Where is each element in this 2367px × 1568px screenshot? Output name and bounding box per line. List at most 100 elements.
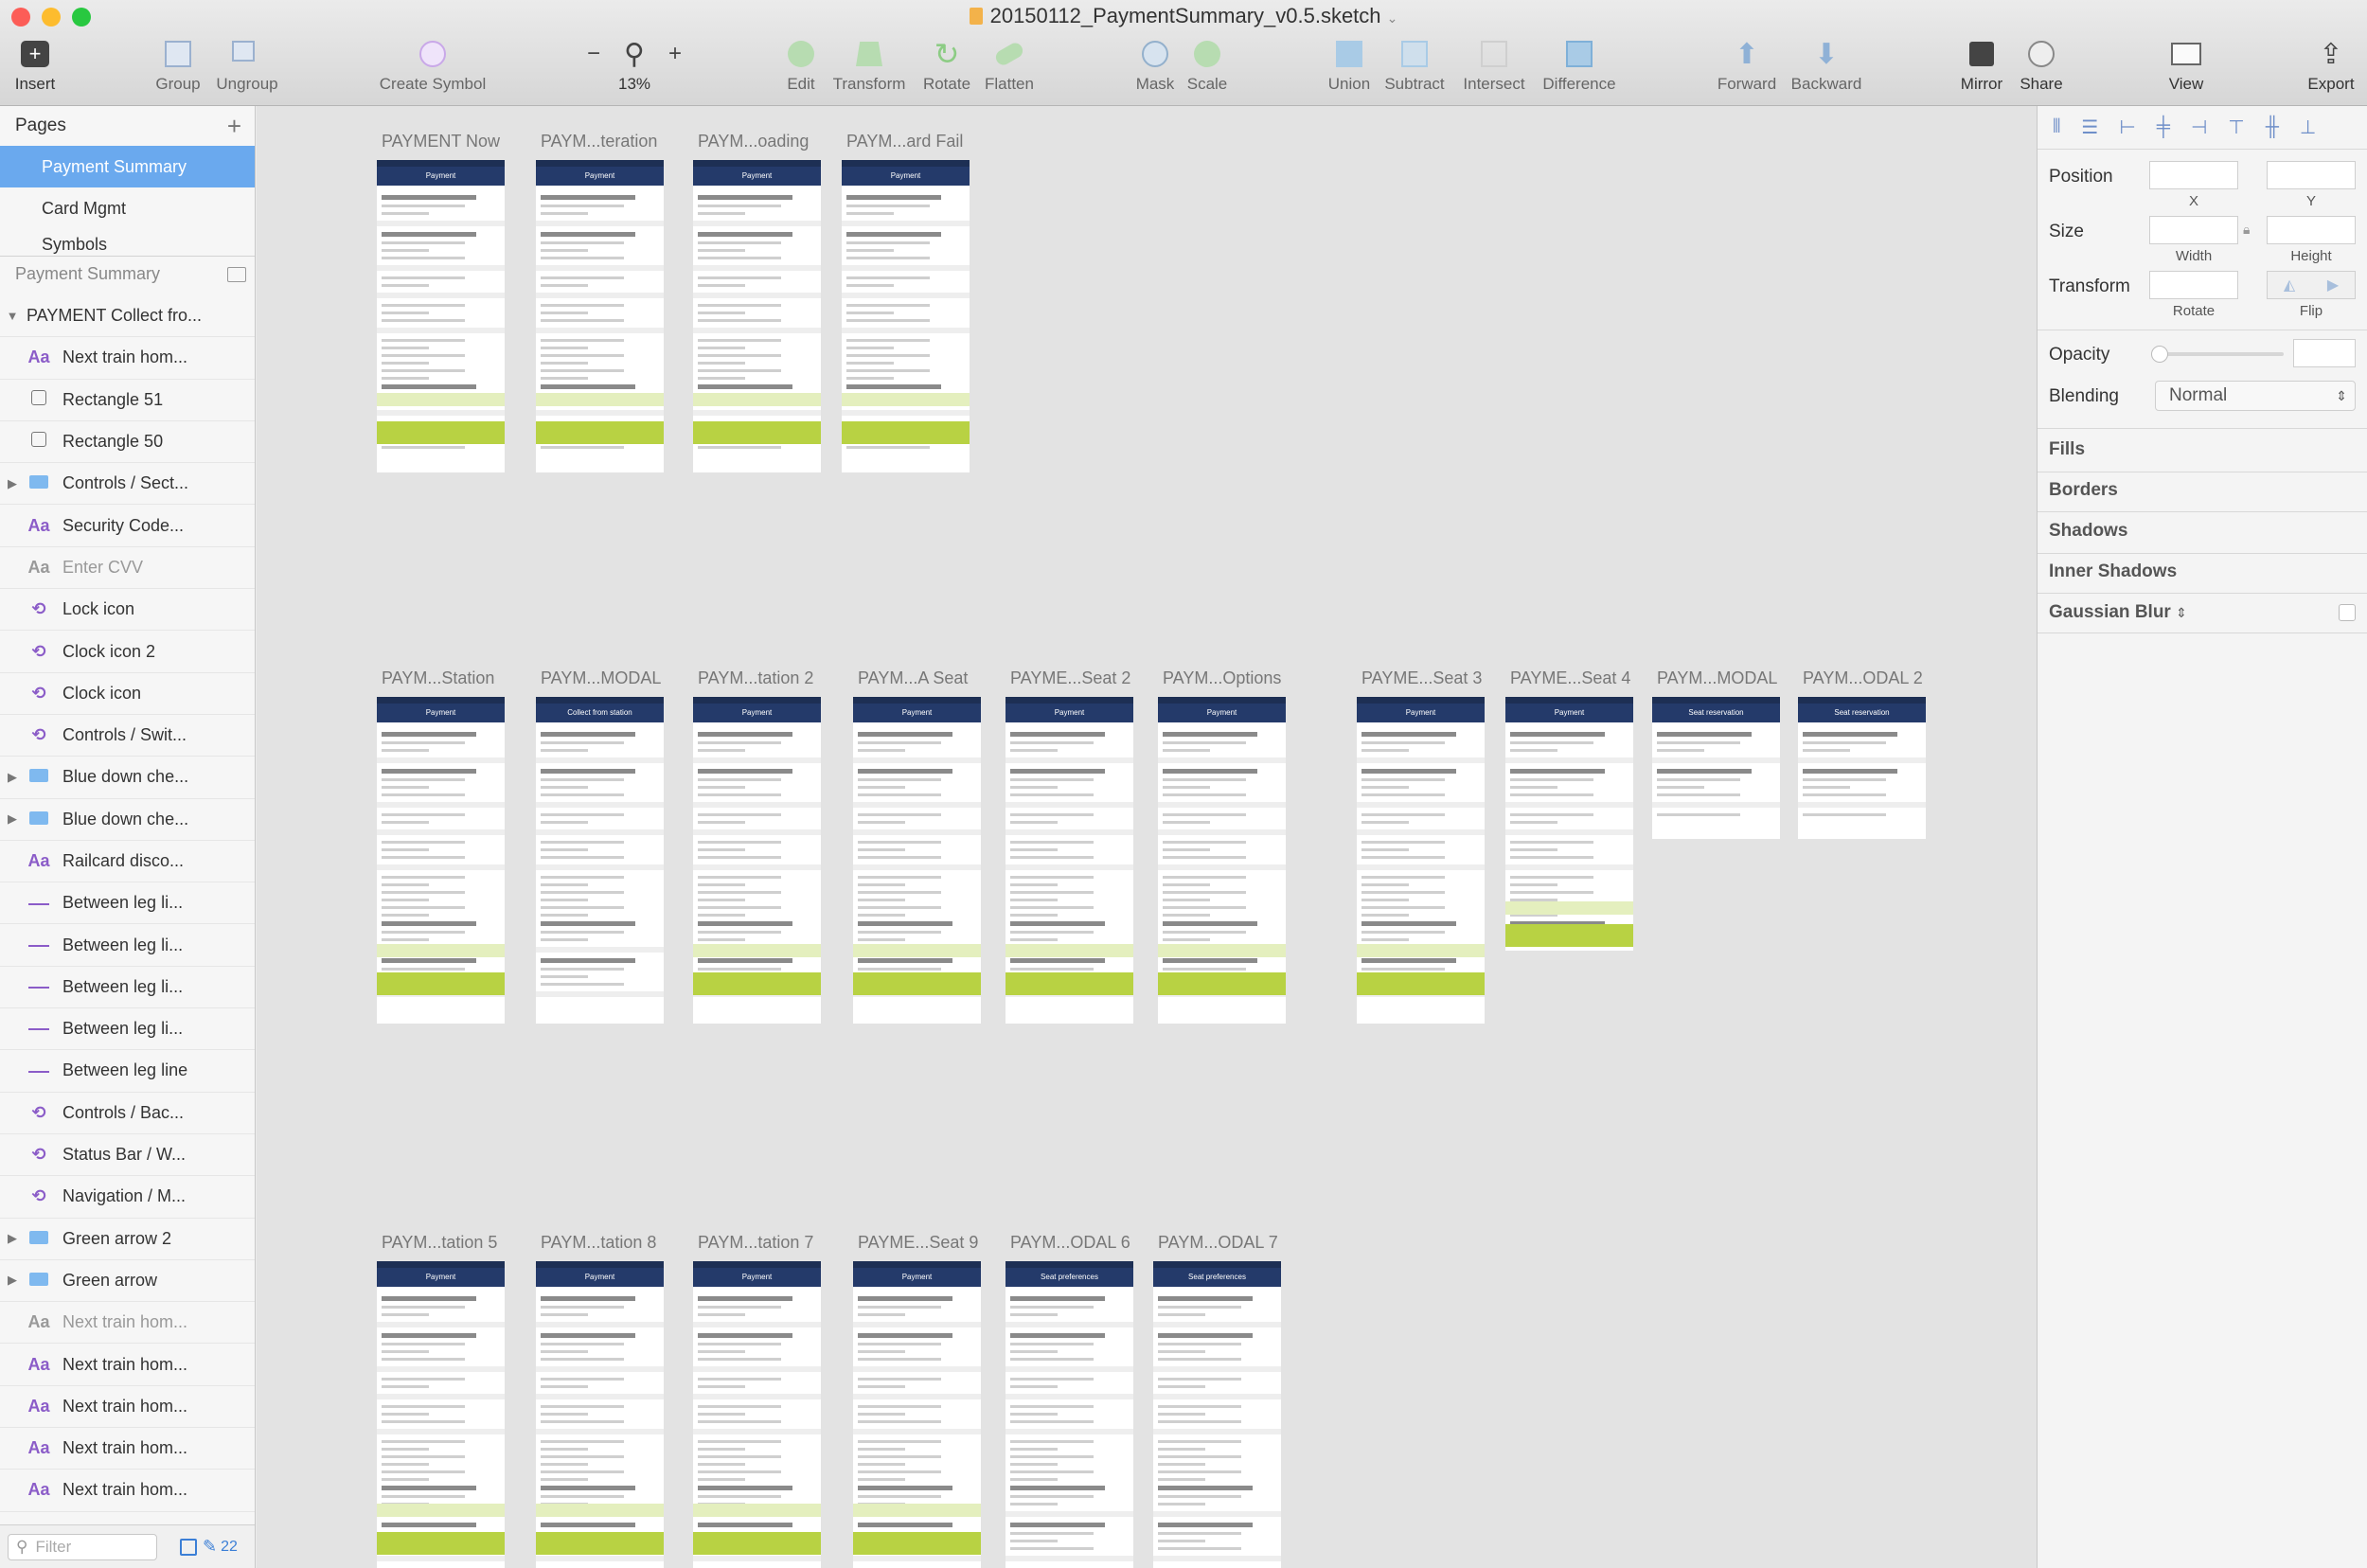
align-right-icon[interactable]: ⊣ (2191, 116, 2207, 139)
artboard[interactable]: PAYM...ard Fail Payment (842, 132, 970, 472)
artboard-title[interactable]: PAYM...ODAL 6 (1010, 1233, 1130, 1253)
artboard[interactable]: PAYME...Seat 2 Payment (1006, 668, 1133, 1024)
export-button[interactable]: ⇪ Export (2303, 38, 2359, 100)
artboard-title[interactable]: PAYME...Seat 3 (1361, 668, 1482, 688)
mirror-button[interactable]: Mirror (1955, 38, 2008, 100)
layer-item[interactable]: ▶ Green arrow (0, 1260, 255, 1303)
layer-item[interactable]: Aa Next train hom... (0, 1344, 255, 1386)
layer-item[interactable]: ⟲ Lock icon (0, 589, 255, 632)
artboard-title[interactable]: PAYM...tation 2 (698, 668, 813, 688)
layer-item[interactable]: ▶ Green arrow 2 (0, 1219, 255, 1260)
layer-item[interactable]: ▶ Controls / Sect... (0, 463, 255, 506)
artboard-title[interactable]: PAYMENT Now (382, 132, 500, 151)
disclosure-open-icon[interactable]: ▼ (0, 309, 25, 323)
layer-item[interactable]: Between leg li... (0, 882, 255, 925)
artboard-title[interactable]: PAYM...MODAL (1657, 668, 1777, 688)
artboard[interactable]: PAYM...tation 5 Payment (377, 1233, 505, 1568)
artboard-title[interactable]: PAYM...tation 5 (382, 1233, 497, 1253)
layer-item[interactable]: Aa Next train hom... (0, 337, 255, 380)
layer-item[interactable]: Aa Railcard disco... (0, 841, 255, 883)
union-button[interactable]: Union (1326, 38, 1373, 100)
pencil-icon[interactable]: ✎ (203, 1537, 217, 1557)
artboard-title[interactable]: PAYM...tation 8 (541, 1233, 656, 1253)
artboard[interactable]: PAYM...tation 2 Payment (693, 668, 821, 1024)
zoom-out-button[interactable]: − (587, 41, 600, 67)
layer-item[interactable]: ⟲ Status Bar / W... (0, 1134, 255, 1177)
align-left-icon[interactable]: ⊢ (2119, 116, 2135, 139)
opacity-slider-knob[interactable] (2151, 346, 2168, 363)
position-x-field[interactable] (2149, 161, 2238, 189)
edit-button[interactable]: Edit (782, 38, 820, 100)
disclosure-closed-icon[interactable]: ▶ (0, 811, 25, 827)
scale-button[interactable]: Scale (1185, 38, 1229, 100)
intersect-button[interactable]: Intersect (1456, 38, 1532, 100)
disclosure-closed-icon[interactable]: ▶ (0, 1273, 25, 1288)
layer-item[interactable]: Rectangle 50 (0, 421, 255, 464)
artboard[interactable]: PAYME...Seat 3 Payment (1357, 668, 1485, 1024)
rotate-field[interactable] (2149, 271, 2238, 299)
page-item-payment-summary[interactable]: Payment Summary (0, 146, 255, 187)
group-button[interactable]: Group (151, 38, 205, 100)
collapse-icon[interactable] (227, 266, 246, 282)
layer-item[interactable]: Between leg li... (0, 924, 255, 967)
artboard[interactable]: PAYM...Station Payment (377, 668, 505, 1024)
flip-vertical-icon[interactable]: ▶ (2327, 276, 2339, 294)
artboard-title[interactable]: PAYM...ODAL 2 (1803, 668, 1923, 688)
artboard[interactable]: PAYME...Seat 4 Payment (1505, 668, 1633, 951)
layer-item[interactable]: Aa Security Code... (0, 505, 255, 547)
artboard-title[interactable]: PAYM...tation 7 (698, 1233, 813, 1253)
inner-shadows-section[interactable]: Inner Shadows (2049, 561, 2177, 582)
ungroup-button[interactable]: Ungroup (214, 38, 280, 100)
artboard[interactable]: PAYM...Options Payment (1158, 668, 1286, 1024)
layer-item[interactable]: ⟲ Controls / Swit... (0, 715, 255, 757)
layer-item[interactable]: ⟲ Clock icon (0, 673, 255, 715)
lock-icon[interactable]: 🔒︎ (2243, 222, 2250, 238)
rotate-button[interactable]: ↻ Rotate (920, 37, 973, 100)
align-center-icon[interactable]: ╪ (2157, 116, 2170, 138)
artboard-title[interactable]: PAYME...Seat 9 (858, 1233, 978, 1253)
artboard-title[interactable]: PAYM...teration (541, 132, 657, 151)
layer-item[interactable]: Aa Next train hom... (0, 1302, 255, 1345)
layer-item[interactable]: Aa Next train hom... (0, 1470, 255, 1512)
artboard-title[interactable]: PAYM...A Seat (858, 668, 968, 688)
artboard[interactable]: PAYM...oading Payment (693, 132, 821, 472)
artboard[interactable]: PAYME...Seat 9 Payment (853, 1233, 981, 1568)
artboard-title[interactable]: PAYM...Station (382, 668, 494, 688)
artboard-title[interactable]: PAYM...ODAL 7 (1158, 1233, 1278, 1253)
align-bottom-icon[interactable]: ⊥ (2300, 116, 2316, 139)
gaussian-blur-checkbox[interactable] (2339, 604, 2356, 621)
artboard[interactable]: PAYM...MODAL Collect from station (536, 668, 664, 1024)
layer-item[interactable]: Aa Enter CVV (0, 547, 255, 590)
subtract-button[interactable]: Subtract (1379, 38, 1450, 100)
artboard[interactable]: PAYM...tation 8 Payment (536, 1233, 664, 1568)
artboard[interactable]: PAYM...ODAL 6 Seat preferences (1006, 1233, 1133, 1568)
add-page-button[interactable]: + (227, 112, 241, 141)
artboard[interactable]: PAYM...tation 7 Payment (693, 1233, 821, 1568)
artboard[interactable]: PAYM...ODAL 7 Seat preferences (1153, 1233, 1281, 1568)
layer-item[interactable]: ⟲ Controls / Bac... (0, 1093, 255, 1134)
insert-button[interactable]: + Insert (11, 38, 59, 100)
artboard[interactable]: PAYM...ODAL 2 Seat reservation (1798, 668, 1926, 839)
artboard-title[interactable]: PAYM...MODAL (541, 668, 661, 688)
artboard[interactable]: PAYM...teration Payment (536, 132, 664, 472)
zoom-in-button[interactable]: + (668, 41, 682, 67)
disclosure-closed-icon[interactable]: ▶ (0, 476, 25, 491)
difference-button[interactable]: Difference (1536, 38, 1623, 100)
layer-item[interactable]: Rectangle 51 (0, 380, 255, 421)
artboard[interactable]: PAYMENT Now Payment (377, 132, 505, 472)
layer-item[interactable]: ▶ Blue down che... (0, 757, 255, 799)
page-item-symbols[interactable]: Symbols (0, 229, 255, 254)
shadows-section[interactable]: Shadows (2049, 521, 2127, 542)
artboard-title[interactable]: PAYME...Seat 4 (1510, 668, 1630, 688)
symbol-filter-icon[interactable] (180, 1538, 197, 1556)
fills-section[interactable]: Fills (2049, 439, 2085, 460)
layer-item[interactable]: Between leg li... (0, 967, 255, 1009)
artboard[interactable]: PAYM...A Seat Payment (853, 668, 981, 1024)
gaussian-blur-section[interactable]: Gaussian Blur ⇕ (2049, 602, 2187, 623)
width-field[interactable] (2149, 216, 2238, 244)
artboard-title[interactable]: PAYME...Seat 2 (1010, 668, 1130, 688)
flip-horizontal-icon[interactable]: ◭ (2284, 276, 2295, 294)
forward-button[interactable]: ⬆ Forward (1714, 38, 1780, 100)
flip-buttons[interactable]: ◭ ▶ (2267, 271, 2356, 299)
layer-item[interactable]: Between leg li... (0, 1008, 255, 1051)
